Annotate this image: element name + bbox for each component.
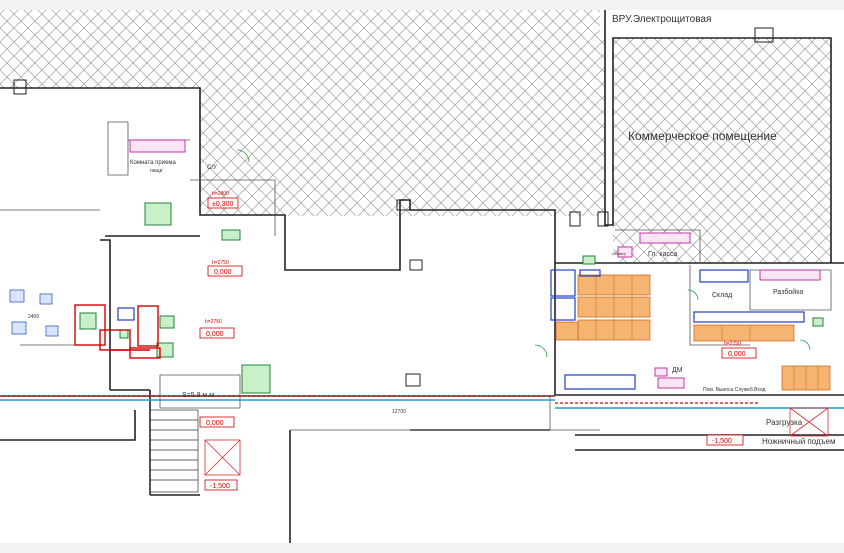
- staff-room-label: Пом. Выноса Служеб.Вход: [703, 387, 766, 393]
- staircase: [149, 409, 199, 493]
- workstations: [9, 289, 59, 337]
- scissor-lift-label: Ножничный подъем: [762, 437, 835, 446]
- security-label: ДМ: [672, 367, 683, 374]
- level-text: 0,000: [206, 420, 224, 427]
- height-label: h=2750: [724, 341, 741, 347]
- server-label: Сервер: [612, 251, 627, 256]
- hatched-zone-top: [0, 10, 605, 88]
- wc-label: С/У: [207, 165, 217, 171]
- unloading-label: Разгрузка: [766, 418, 803, 427]
- level-text: -1,500: [712, 438, 732, 445]
- level-text: 0,000: [214, 269, 232, 276]
- floor-plan: ВРУ.Электрощитовая Коммерческое помещени…: [0, 0, 844, 553]
- break-room-sub-label: пищи: [150, 168, 163, 174]
- dim-2400: 2400: [28, 314, 39, 320]
- area-label: S=5.8 м.м: [182, 392, 214, 399]
- height-label: h=2750: [212, 260, 229, 266]
- height-label: h=2800: [212, 191, 229, 197]
- cashier-label: Гл. касса: [648, 251, 677, 258]
- level-text: ±0,300: [212, 201, 233, 208]
- unpacking-label: Разбойка: [773, 288, 803, 296]
- level-text: 0,000: [728, 351, 746, 358]
- warehouse-label: Склад: [712, 292, 732, 299]
- level-text: 0,000: [206, 331, 224, 338]
- title-label: ВРУ.Электрощитовая: [612, 14, 711, 25]
- hatched-zone-center: [200, 88, 605, 216]
- commercial-room-label: Коммерческое помещение: [628, 129, 777, 143]
- dim-12700: 12700: [392, 409, 406, 415]
- level-text: -1,500: [210, 483, 230, 490]
- hatched-zone-right: [613, 38, 831, 263]
- height-label: h=2750: [205, 319, 222, 325]
- route-lines: [0, 395, 844, 409]
- break-room-label: Комната приема: [130, 160, 177, 166]
